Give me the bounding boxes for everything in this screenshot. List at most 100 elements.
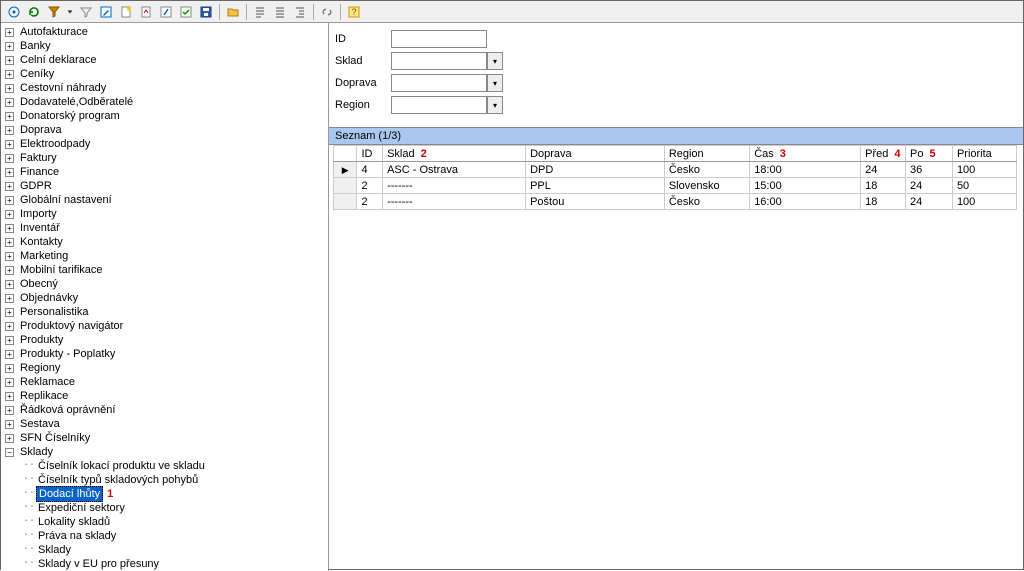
tree-label[interactable]: Banky bbox=[18, 39, 53, 53]
expand-icon[interactable]: + bbox=[5, 308, 14, 317]
tree-item[interactable]: +Faktury bbox=[1, 151, 328, 165]
cell-po[interactable]: 36 bbox=[905, 162, 952, 178]
tree-item[interactable]: + Dodavatelé,Odběratelé bbox=[1, 95, 328, 109]
tree-item[interactable]: +Importy bbox=[1, 207, 328, 221]
expand-icon[interactable]: + bbox=[5, 70, 14, 79]
tree-label[interactable]: Donatorský program bbox=[18, 109, 122, 123]
expand-icon[interactable]: + bbox=[5, 378, 14, 387]
expand-icon[interactable]: + bbox=[5, 28, 14, 37]
tree-item[interactable]: +GDPR bbox=[1, 179, 328, 193]
cell-id[interactable]: 2 bbox=[357, 178, 383, 194]
expand-icon[interactable]: + bbox=[5, 84, 14, 93]
indent-icon[interactable] bbox=[291, 3, 309, 21]
cell-id[interactable]: 4 bbox=[357, 162, 383, 178]
cell-pred[interactable]: 18 bbox=[861, 194, 906, 210]
expand-icon[interactable]: + bbox=[5, 266, 14, 275]
col-po[interactable]: Po5 bbox=[905, 146, 952, 162]
tree-label[interactable]: Číselník typů skladových pohybů bbox=[36, 473, 200, 487]
outdent-icon[interactable] bbox=[251, 3, 269, 21]
expand-icon[interactable]: + bbox=[5, 322, 14, 331]
cell-doprava[interactable]: DPD bbox=[526, 162, 665, 178]
tree-item[interactable]: +Autofakturace bbox=[1, 25, 328, 39]
tree-item[interactable]: + Cestovní náhrady bbox=[1, 81, 328, 95]
link-icon[interactable] bbox=[318, 3, 336, 21]
tree-label[interactable]: Doprava bbox=[18, 123, 64, 137]
tree-label[interactable]: Personalistika bbox=[18, 305, 90, 319]
tree-item[interactable]: + Řádková oprávnění bbox=[1, 403, 328, 417]
tree-label[interactable]: Mobilní tarifikace bbox=[18, 263, 105, 277]
tree-item[interactable]: +Doprava bbox=[1, 123, 328, 137]
table-row[interactable]: 2-------PPLSlovensko15:00182450 bbox=[334, 178, 1017, 194]
id-input[interactable] bbox=[391, 30, 487, 48]
expand-icon[interactable]: + bbox=[5, 294, 14, 303]
tree-label[interactable]: Marketing bbox=[18, 249, 70, 263]
expand-icon[interactable]: + bbox=[5, 420, 14, 429]
help-icon[interactable]: ? bbox=[345, 3, 363, 21]
edit-icon[interactable] bbox=[97, 3, 115, 21]
cell-region[interactable]: Česko bbox=[664, 194, 749, 210]
col-pred[interactable]: Před4 bbox=[861, 146, 906, 162]
tree-item[interactable]: +Replikace bbox=[1, 389, 328, 403]
tree-label[interactable]: Dodavatelé,Odběratelé bbox=[18, 95, 135, 109]
cell-pred[interactable]: 24 bbox=[861, 162, 906, 178]
tree-item[interactable]: ··Lokality skladů bbox=[1, 515, 328, 529]
tree-item[interactable]: ··Číselník lokací produktu ve skladu bbox=[1, 459, 328, 473]
tree-item[interactable]: + Objednávky bbox=[1, 291, 328, 305]
doprava-combo[interactable] bbox=[391, 74, 487, 92]
cell-doprava[interactable]: Poštou bbox=[526, 194, 665, 210]
expand-icon[interactable]: + bbox=[5, 406, 14, 415]
tree-item[interactable]: ··Práva na sklady bbox=[1, 529, 328, 543]
new-icon[interactable] bbox=[117, 3, 135, 21]
expand-icon[interactable]: + bbox=[5, 42, 14, 51]
tree-label[interactable]: Globální nastavení bbox=[18, 193, 114, 207]
check-icon[interactable] bbox=[177, 3, 195, 21]
cell-pri[interactable]: 50 bbox=[952, 178, 1016, 194]
save-icon[interactable] bbox=[197, 3, 215, 21]
tree-label[interactable]: Kontakty bbox=[18, 235, 65, 249]
tree-label[interactable]: Ceníky bbox=[18, 67, 56, 81]
expand-icon[interactable]: + bbox=[5, 238, 14, 247]
tree-label[interactable]: Inventář bbox=[18, 221, 62, 235]
tree-item[interactable]: +Donatorský program bbox=[1, 109, 328, 123]
cell-sklad[interactable]: ASC - Ostrava bbox=[383, 162, 526, 178]
col-priorita[interactable]: Priorita bbox=[952, 146, 1016, 162]
expand-icon[interactable]: + bbox=[5, 364, 14, 373]
tree-item[interactable]: ··Expediční sektory bbox=[1, 501, 328, 515]
col-id[interactable]: ID bbox=[357, 146, 383, 162]
nav-tree[interactable]: +Autofakturace+Banky+Celní deklarace+Cen… bbox=[1, 23, 329, 571]
cell-doprava[interactable]: PPL bbox=[526, 178, 665, 194]
tree-item[interactable]: +Obecný bbox=[1, 277, 328, 291]
tree-item[interactable]: ··Dodací lhůty1 bbox=[1, 487, 328, 501]
tree-item[interactable]: + Ceníky bbox=[1, 67, 328, 81]
table-row[interactable]: 2-------PoštouČesko16:001824100 bbox=[334, 194, 1017, 210]
expand-icon[interactable]: + bbox=[5, 168, 14, 177]
apply-icon[interactable] bbox=[157, 3, 175, 21]
tree-label[interactable]: SFN Číselníky bbox=[18, 431, 92, 445]
tree-label[interactable]: Řádková oprávnění bbox=[18, 403, 117, 417]
tree-label[interactable]: Cestovní náhrady bbox=[18, 81, 108, 95]
cell-pri[interactable]: 100 bbox=[952, 162, 1016, 178]
expand-icon[interactable]: + bbox=[5, 336, 14, 345]
tree-label[interactable]: Objednávky bbox=[18, 291, 80, 305]
tree-label[interactable]: Dodací lhůty bbox=[36, 486, 103, 502]
dropdown-icon[interactable] bbox=[65, 3, 75, 21]
tree-label[interactable]: Lokality skladů bbox=[36, 515, 112, 529]
tree-item[interactable]: +Produkty - Poplatky bbox=[1, 347, 328, 361]
tree-item[interactable]: + Globální nastavení bbox=[1, 193, 328, 207]
cell-cas[interactable]: 18:00 bbox=[750, 162, 861, 178]
tree-item[interactable]: +Inventář bbox=[1, 221, 328, 235]
cell-cas[interactable]: 16:00 bbox=[750, 194, 861, 210]
region-combo[interactable] bbox=[391, 96, 487, 114]
open-icon[interactable] bbox=[224, 3, 242, 21]
expand-icon[interactable]: + bbox=[5, 392, 14, 401]
tree-item[interactable]: ··Číselník typů skladových pohybů bbox=[1, 473, 328, 487]
tree-label[interactable]: Sestava bbox=[18, 417, 62, 431]
tree-item[interactable]: + Personalistika bbox=[1, 305, 328, 319]
tree-item[interactable]: +SFN Číselníky bbox=[1, 431, 328, 445]
tree-label[interactable]: Celní deklarace bbox=[18, 53, 98, 67]
sklad-combo[interactable] bbox=[391, 52, 487, 70]
tree-label[interactable]: Elektroodpady bbox=[18, 137, 92, 151]
expand-icon[interactable]: + bbox=[5, 196, 14, 205]
expand-icon[interactable]: + bbox=[5, 98, 14, 107]
expand-icon[interactable]: + bbox=[5, 56, 14, 65]
